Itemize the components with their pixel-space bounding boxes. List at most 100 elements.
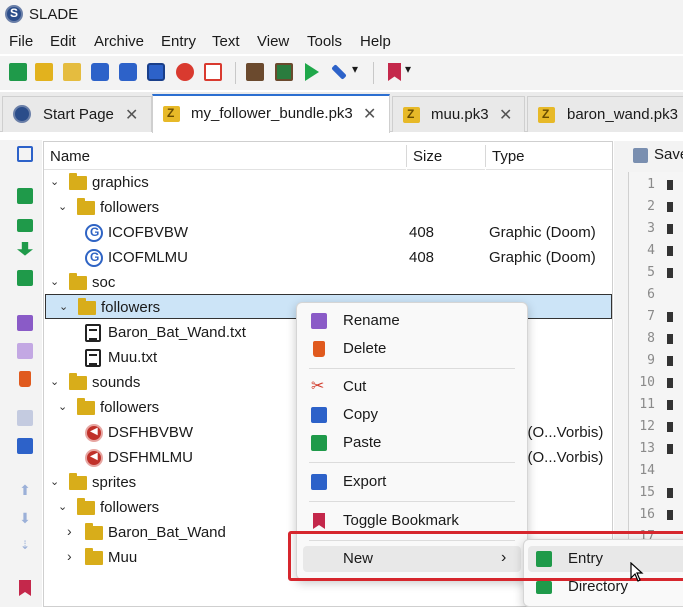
folder-icon (69, 473, 87, 490)
menu-help[interactable]: Help (360, 33, 391, 50)
tree-row-soc[interactable]: ⌄ soc (44, 270, 612, 295)
menu-tools[interactable]: Tools (307, 33, 342, 50)
chevron-down-icon[interactable]: ⌄ (58, 200, 67, 213)
bookmark-icon[interactable] (388, 63, 401, 81)
entry-name: followers (101, 299, 161, 316)
line-number: 15 (639, 485, 655, 500)
move-down-icon[interactable]: ⬇ (17, 510, 33, 526)
chevron-down-icon[interactable]: ⌄ (50, 475, 59, 488)
open-archive-icon[interactable] (35, 63, 53, 81)
tree-row-graphics-followers[interactable]: ⌄ followers (44, 195, 612, 220)
code-text (667, 510, 673, 520)
tools-wrench-icon[interactable] (331, 64, 347, 80)
menu-entry[interactable]: Entry (161, 33, 196, 50)
menu-separator (309, 501, 515, 502)
menu-file[interactable]: File (9, 33, 33, 50)
entry-size: 408 (409, 249, 435, 266)
new-entry-icon[interactable] (17, 188, 33, 204)
menu-item-paste[interactable]: Paste (303, 430, 521, 456)
column-header-name[interactable]: Name (44, 142, 406, 170)
entry-name: Muu (108, 549, 138, 566)
rename-each-icon[interactable] (17, 343, 33, 359)
save-icon[interactable] (91, 63, 109, 81)
code-text (667, 422, 673, 432)
highlight-annotation (288, 531, 683, 581)
save-all-icon[interactable] (147, 63, 165, 81)
menu-item-copy[interactable]: Copy (303, 402, 521, 428)
save-as-icon[interactable] (119, 63, 137, 81)
graphic-icon (85, 249, 103, 267)
export-icon[interactable] (17, 438, 33, 454)
save-icon[interactable] (633, 148, 648, 163)
menu-item-rename[interactable]: Rename (303, 308, 521, 334)
revert-icon[interactable] (17, 410, 33, 426)
chevron-right-icon[interactable]: › (67, 548, 72, 564)
menu-item-cut[interactable]: ✂ Cut (303, 374, 521, 400)
new-archive-icon[interactable] (9, 63, 27, 81)
tab-baron-wand[interactable]: baron_wand.pk3 (527, 96, 683, 132)
chevron-down-icon[interactable]: ⌄ (50, 375, 59, 388)
folder-icon (69, 273, 87, 290)
text-file-icon (85, 349, 101, 367)
chevron-down-icon[interactable]: ⌄ (50, 175, 59, 188)
chevron-down-icon[interactable]: ⌄ (50, 275, 59, 288)
entry-type: d (O...Vorbis) (515, 449, 604, 466)
import-icon[interactable] (17, 242, 33, 256)
code-text (667, 268, 673, 278)
bookmark-icon (313, 513, 325, 529)
menu-item-export[interactable]: Export (303, 469, 521, 495)
rename-icon[interactable] (17, 315, 33, 331)
pk3-archive-icon (163, 106, 180, 122)
line-number: 16 (639, 507, 655, 522)
table-row[interactable]: ICOFBVBW 408 Graphic (Doom) (44, 220, 612, 245)
code-text (667, 246, 673, 256)
save-button[interactable]: Save (654, 146, 683, 163)
chevron-down-icon[interactable]: ⌄ (58, 500, 67, 513)
close-archive-icon[interactable] (176, 63, 194, 81)
graphic-icon (85, 224, 103, 242)
column-header-type[interactable]: Type (486, 142, 612, 170)
menu-item-delete[interactable]: Delete (303, 336, 521, 362)
tree-row-graphics[interactable]: ⌄ graphics (44, 170, 612, 195)
entry-name: followers (100, 499, 160, 516)
close-icon[interactable]: ✕ (499, 105, 512, 125)
entry-name: soc (92, 274, 116, 291)
menu-edit[interactable]: Edit (50, 33, 76, 50)
menu-view[interactable]: View (257, 33, 289, 50)
texture-editor-icon[interactable] (246, 63, 264, 81)
export-icon (311, 474, 327, 490)
chevron-right-icon[interactable]: › (67, 523, 72, 539)
run-archive-icon[interactable] (305, 63, 319, 81)
entry-name: Muu.txt (108, 349, 158, 366)
delete-icon[interactable] (19, 371, 31, 387)
entry-name: DSFHBVBW (108, 424, 194, 441)
text-file-icon (85, 324, 101, 342)
map-editor-icon[interactable] (275, 63, 293, 81)
chevron-down-icon[interactable]: ⌄ (59, 300, 68, 313)
menu-text[interactable]: Text (212, 33, 240, 50)
folder-icon (69, 373, 87, 390)
rename-icon (311, 313, 327, 329)
close-icon[interactable]: ✕ (125, 105, 138, 125)
tab-muu[interactable]: muu.pk3 ✕ (392, 96, 525, 132)
tab-my-follower-bundle[interactable]: my_follower_bundle.pk3 ✕ (152, 94, 390, 133)
import-files-icon[interactable] (17, 270, 33, 286)
tab-label: baron_wand.pk3 (567, 106, 678, 123)
column-header-size[interactable]: Size (407, 142, 485, 170)
tab-start-page[interactable]: Start Page ✕ (2, 96, 152, 132)
table-row[interactable]: ICOFMLMU 408 Graphic (Doom) (44, 245, 612, 270)
menu-archive[interactable]: Archive (94, 33, 144, 50)
close-all-icon[interactable] (204, 63, 222, 81)
copy-entry-icon[interactable] (17, 146, 33, 162)
code-text (667, 180, 673, 190)
sort-icon[interactable]: ⇣ (17, 538, 33, 554)
tools-dropdown-chevron-icon[interactable]: ▾ (352, 62, 358, 76)
open-directory-icon[interactable] (63, 63, 81, 81)
close-icon[interactable]: ✕ (363, 104, 376, 124)
bookmark-dropdown-chevron-icon[interactable]: ▾ (405, 62, 411, 76)
chevron-down-icon[interactable]: ⌄ (58, 400, 67, 413)
new-directory-icon[interactable] (17, 219, 33, 232)
move-up-icon[interactable]: ⬆ (17, 482, 33, 498)
folder-icon (77, 198, 95, 215)
bookmark-icon[interactable] (19, 580, 31, 596)
